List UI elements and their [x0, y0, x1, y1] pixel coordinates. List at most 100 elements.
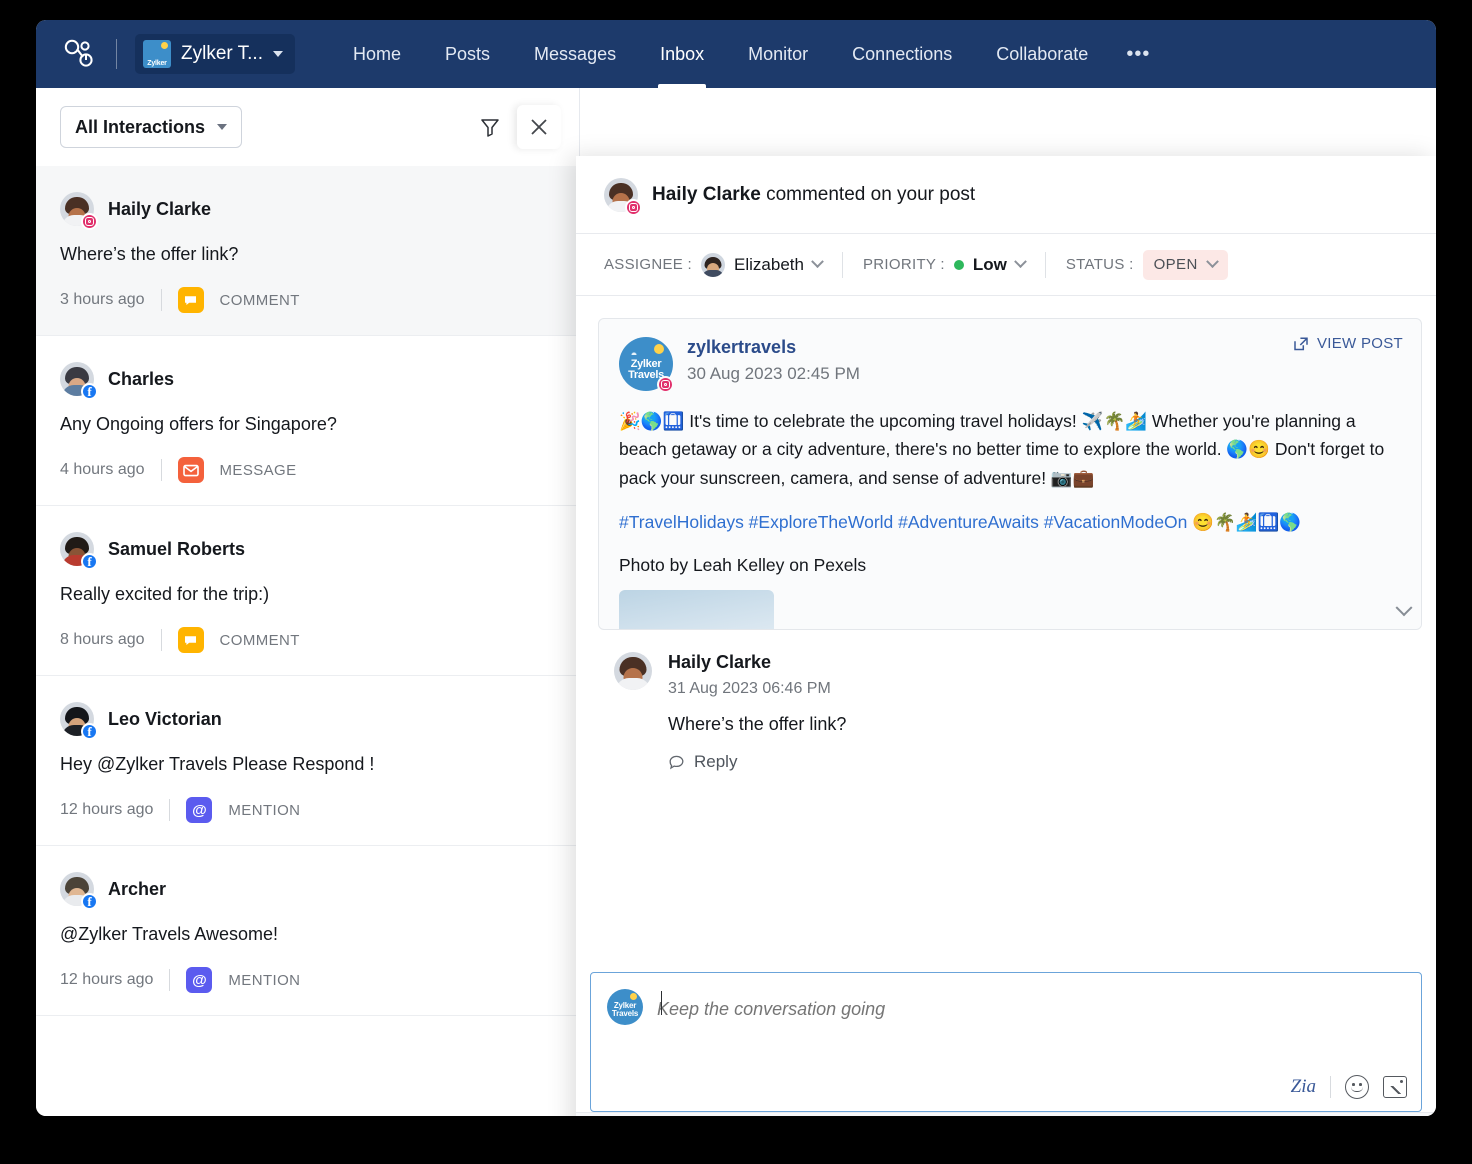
list-item[interactable]: f Leo Victorian Hey @Zylker Travels Plea…	[36, 676, 579, 846]
detail-scroll-area[interactable]: ZylkerTravels zylkertravels 30 Aug 2023 …	[576, 296, 1436, 972]
instagram-badge-icon	[657, 376, 674, 393]
chevron-down-icon[interactable]	[1014, 255, 1027, 268]
status-badge[interactable]: OPEN	[1143, 250, 1228, 280]
avatar: f	[60, 362, 94, 396]
comment-author-block: Haily Clarke 31 Aug 2023 06:46 PM	[668, 652, 831, 698]
facebook-badge-icon: f	[81, 553, 98, 570]
assignee-label: ASSIGNEE :	[604, 256, 692, 273]
meta-separator	[161, 289, 162, 311]
tool-separator	[1330, 1076, 1331, 1098]
chevron-down-icon	[273, 51, 283, 57]
facebook-badge-icon: f	[81, 383, 98, 400]
list-item-type: MESSAGE	[220, 462, 297, 479]
list-item-time: 8 hours ago	[60, 631, 145, 649]
mention-type-icon: @	[186, 797, 212, 823]
view-post-link[interactable]: VIEW POST	[1293, 335, 1403, 352]
post-header: ZylkerTravels zylkertravels 30 Aug 2023 …	[619, 337, 1401, 391]
list-item-text: @Zylker Travels Awesome!	[60, 924, 555, 945]
external-link-icon	[1293, 336, 1309, 352]
avatar	[60, 192, 94, 226]
priority-label: PRIORITY :	[863, 256, 945, 273]
nav-item-monitor[interactable]: Monitor	[726, 20, 830, 88]
priority-status-dot	[954, 260, 964, 270]
chevron-down-icon[interactable]	[811, 255, 824, 268]
priority-group: PRIORITY : Low	[863, 255, 1025, 275]
detail-meta-bar: ASSIGNEE : Elizabeth PRIORITY : Low	[576, 234, 1436, 296]
zoho-social-logo-icon[interactable]	[58, 34, 100, 74]
zia-assistant-icon[interactable]: Zia	[1291, 1076, 1316, 1098]
list-item-text: Any Ongoing offers for Singapore?	[60, 414, 555, 435]
interaction-list[interactable]: Haily Clarke Where’s the offer link? 3 h…	[36, 166, 579, 1116]
list-item-time: 4 hours ago	[60, 461, 145, 479]
app-window: Zylker Zylker T... Home Posts Messages I…	[36, 20, 1436, 1116]
nav-item-connections[interactable]: Connections	[830, 20, 974, 88]
image-icon[interactable]	[1383, 1076, 1407, 1098]
smiley-icon[interactable]	[1345, 1075, 1369, 1099]
reply-label: Reply	[694, 752, 737, 772]
post-account-name[interactable]: zylkertravels	[687, 337, 860, 358]
nav-item-collaborate[interactable]: Collaborate	[974, 20, 1110, 88]
nav-more-icon[interactable]: •••	[1110, 43, 1166, 66]
assignee-avatar	[701, 253, 725, 277]
chevron-down-icon	[1396, 599, 1413, 616]
comment-header: Haily Clarke 31 Aug 2023 06:46 PM	[614, 652, 1412, 698]
list-item-header: f Charles	[60, 362, 555, 396]
meta-separator	[1045, 252, 1046, 278]
list-item-meta: 12 hours ago @ MENTION	[60, 967, 555, 993]
meta-separator	[169, 969, 170, 991]
original-post-card: ZylkerTravels zylkertravels 30 Aug 2023 …	[598, 318, 1422, 630]
list-item-header: f Leo Victorian	[60, 702, 555, 736]
message-type-icon	[178, 457, 204, 483]
view-post-label: VIEW POST	[1317, 335, 1403, 352]
detail-action-text: commented on your post	[766, 184, 975, 205]
funnel-icon[interactable]	[473, 110, 507, 144]
assignee-value: Elizabeth	[734, 255, 804, 275]
reply-input[interactable]	[657, 989, 1403, 1025]
close-detail-button[interactable]	[517, 105, 561, 149]
reply-composer[interactable]: ZylkerTravels Zia	[590, 972, 1422, 1112]
nav-item-inbox[interactable]: Inbox	[638, 20, 726, 88]
filter-label: All Interactions	[75, 117, 205, 138]
post-hashtags: #TravelHolidays #ExploreTheWorld #Advent…	[619, 512, 1401, 533]
nav-items: Home Posts Messages Inbox Monitor Connec…	[331, 20, 1166, 88]
list-item[interactable]: f Charles Any Ongoing offers for Singapo…	[36, 336, 579, 506]
assignee-group: ASSIGNEE : Elizabeth	[604, 253, 822, 277]
list-item-name: Leo Victorian	[108, 709, 222, 730]
list-item[interactable]: Haily Clarke Where’s the offer link? 3 h…	[36, 166, 579, 336]
mention-type-icon: @	[186, 967, 212, 993]
interactions-filter-dropdown[interactable]: All Interactions	[60, 106, 242, 148]
meta-separator	[169, 799, 170, 821]
nav-item-home[interactable]: Home	[331, 20, 423, 88]
list-item-text: Hey @Zylker Travels Please Respond !	[60, 754, 555, 775]
avatar: f	[60, 872, 94, 906]
list-item-name: Archer	[108, 879, 166, 900]
list-item-time: 12 hours ago	[60, 801, 153, 819]
comment-thread: Haily Clarke 31 Aug 2023 06:46 PM Where’…	[576, 630, 1436, 772]
expand-post-button[interactable]	[1387, 595, 1421, 629]
list-item[interactable]: f Samuel Roberts Really excited for the …	[36, 506, 579, 676]
brand-name: Zylker T...	[181, 43, 263, 65]
list-item[interactable]: f Archer @Zylker Travels Awesome! 12 hou…	[36, 846, 579, 1016]
comment-type-icon	[178, 287, 204, 313]
comment-type-icon	[178, 627, 204, 653]
interaction-detail-panel: Haily Clarke commented on your post ASSI…	[576, 156, 1436, 1116]
post-timestamp: 30 Aug 2023 02:45 PM	[687, 364, 860, 384]
status-label: STATUS :	[1066, 256, 1134, 273]
list-item-type: MENTION	[228, 972, 300, 989]
comment-bubble-icon	[668, 754, 685, 771]
reply-button[interactable]: Reply	[668, 752, 1412, 772]
toolbar-actions	[473, 105, 561, 149]
list-item-meta: 4 hours ago MESSAGE	[60, 457, 555, 483]
nav-item-messages[interactable]: Messages	[512, 20, 638, 88]
post-image-thumbnail[interactable]	[619, 590, 774, 630]
brand-selector[interactable]: Zylker Zylker T...	[135, 34, 295, 74]
detail-title: Haily Clarke commented on your post	[652, 184, 975, 206]
instagram-badge-icon	[625, 199, 642, 216]
list-item-time: 3 hours ago	[60, 291, 145, 309]
list-item-name: Charles	[108, 369, 174, 390]
nav-item-posts[interactable]: Posts	[423, 20, 512, 88]
list-item-meta: 12 hours ago @ MENTION	[60, 797, 555, 823]
list-item-type: COMMENT	[220, 292, 300, 309]
list-item-text: Really excited for the trip:)	[60, 584, 555, 605]
nav-divider	[116, 39, 117, 69]
